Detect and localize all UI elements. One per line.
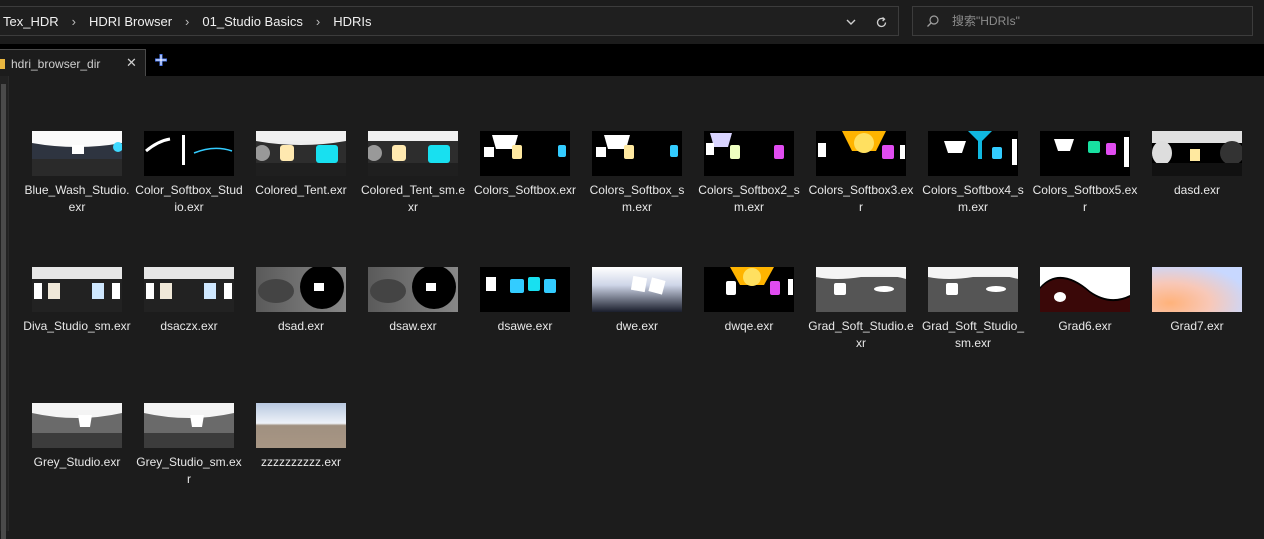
breadcrumb: Tex_HDR › HDRI Browser › 01_Studio Basic… — [1, 7, 373, 35]
file-name: dwe.exr — [615, 319, 659, 333]
file-item[interactable]: Color_Softbox_Studio.exr — [133, 131, 245, 216]
file-name: Grad7.exr — [1170, 319, 1224, 333]
tab-label: hdri_browser_dir — [11, 57, 101, 71]
file-name: Blue_Wash_Studio.exr — [24, 183, 130, 214]
file-item[interactable]: Grad_Soft_Studio.exr — [805, 267, 917, 352]
file-item[interactable]: dsaczx.exr — [133, 267, 245, 335]
file-name: Colored_Tent.exr — [255, 183, 347, 197]
search-input[interactable] — [952, 14, 1232, 28]
file-name: dsaw.exr — [389, 319, 437, 333]
file-thumbnail — [144, 267, 234, 312]
file-name: Colored_Tent_sm.exr — [360, 183, 466, 214]
file-thumbnail — [704, 267, 794, 312]
chevron-right-icon[interactable]: › — [316, 14, 320, 29]
breadcrumb-item-hdris[interactable]: HDRIs — [331, 14, 373, 29]
file-thumbnail — [480, 131, 570, 176]
file-item[interactable]: Grad6.exr — [1029, 267, 1141, 335]
file-item[interactable]: dsad.exr — [245, 267, 357, 335]
tab-hdri-browser-dir[interactable]: hdri_browser_dir ✕ — [0, 49, 146, 76]
file-item[interactable]: Colors_Softbox3.exr — [805, 131, 917, 216]
file-item[interactable]: Blue_Wash_Studio.exr — [21, 131, 133, 216]
file-name: dsaczx.exr — [160, 319, 218, 333]
file-item[interactable]: Diva_Studio_sm.exr — [21, 267, 133, 335]
file-thumbnail — [816, 267, 906, 312]
breadcrumb-item-tex-hdr[interactable]: Tex_HDR — [1, 14, 61, 29]
file-thumbnail — [480, 267, 570, 312]
file-item[interactable]: Grad7.exr — [1141, 267, 1253, 335]
file-thumbnail — [32, 267, 122, 312]
file-name: Colors_Softbox3.exr — [808, 183, 914, 214]
address-bar-row: Tex_HDR › HDRI Browser › 01_Studio Basic… — [0, 0, 1264, 44]
file-name: Colors_Softbox5.exr — [1032, 183, 1138, 214]
file-item[interactable]: Colors_Softbox2_sm.exr — [693, 131, 805, 216]
folder-icon — [0, 59, 5, 69]
refresh-icon[interactable] — [870, 11, 892, 33]
scrollbar-thumb[interactable] — [1, 84, 6, 539]
file-name: Colors_Softbox.exr — [473, 183, 577, 197]
file-name: Colors_Softbox2_sm.exr — [698, 183, 800, 214]
file-thumbnail — [928, 267, 1018, 312]
file-name: Color_Softbox_Studio.exr — [135, 183, 243, 214]
file-thumbnail — [368, 267, 458, 312]
file-thumbnail — [1040, 267, 1130, 312]
path-box[interactable]: Tex_HDR › HDRI Browser › 01_Studio Basic… — [0, 6, 899, 36]
file-thumbnail — [32, 131, 122, 176]
file-name: dwqe.exr — [724, 319, 774, 333]
file-item[interactable]: dasd.exr — [1141, 131, 1253, 199]
file-item[interactable]: Grey_Studio.exr — [21, 403, 133, 471]
file-thumbnail — [256, 267, 346, 312]
file-name: Colors_Softbox4_sm.exr — [922, 183, 1024, 214]
search-icon — [926, 14, 940, 28]
file-thumbnail — [1152, 131, 1242, 176]
file-name: Grad_Soft_Studio.exr — [808, 319, 914, 350]
file-item[interactable]: Grey_Studio_sm.exr — [133, 403, 245, 488]
file-name: Grey_Studio.exr — [33, 455, 121, 469]
file-thumbnail — [1152, 267, 1242, 312]
file-name: Diva_Studio_sm.exr — [23, 319, 131, 333]
file-name: Grad6.exr — [1058, 319, 1112, 333]
file-item[interactable]: dsaw.exr — [357, 267, 469, 335]
file-item[interactable]: Colors_Softbox_sm.exr — [581, 131, 693, 216]
breadcrumb-item-hdri-browser[interactable]: HDRI Browser — [87, 14, 174, 29]
search-box[interactable] — [912, 6, 1253, 36]
file-item[interactable]: Colors_Softbox.exr — [469, 131, 581, 199]
file-thumbnail — [592, 131, 682, 176]
file-name: Colors_Softbox_sm.exr — [589, 183, 685, 214]
file-name: Grey_Studio_sm.exr — [136, 455, 242, 486]
breadcrumb-item-studio-basics[interactable]: 01_Studio Basics — [200, 14, 304, 29]
file-item[interactable]: dsawe.exr — [469, 267, 581, 335]
file-name: dasd.exr — [1173, 183, 1221, 197]
file-item[interactable]: dwqe.exr — [693, 267, 805, 335]
chevron-right-icon[interactable]: › — [185, 14, 189, 29]
chevron-right-icon[interactable]: › — [72, 14, 76, 29]
file-thumbnail — [256, 131, 346, 176]
file-item[interactable]: Grad_Soft_Studio_sm.exr — [917, 267, 1029, 352]
file-thumbnail — [144, 403, 234, 448]
file-name: dsawe.exr — [497, 319, 553, 333]
file-thumbnail — [32, 403, 122, 448]
plus-icon[interactable] — [153, 52, 169, 68]
scrollbar[interactable] — [0, 76, 9, 539]
tab-bar: hdri_browser_dir ✕ — [0, 44, 1264, 76]
file-item[interactable]: Colors_Softbox4_sm.exr — [917, 131, 1029, 216]
file-item[interactable]: Colored_Tent_sm.exr — [357, 131, 469, 216]
close-icon[interactable]: ✕ — [126, 55, 137, 71]
file-thumbnail — [144, 131, 234, 176]
file-item[interactable]: zzzzzzzzzz.exr — [245, 403, 357, 471]
file-thumbnail — [1040, 131, 1130, 176]
file-item[interactable]: dwe.exr — [581, 267, 693, 335]
file-thumbnail — [368, 131, 458, 176]
file-name: zzzzzzzzzz.exr — [260, 455, 341, 469]
file-thumbnail — [592, 267, 682, 312]
file-thumbnail — [256, 403, 346, 448]
file-item[interactable]: Colors_Softbox5.exr — [1029, 131, 1141, 216]
file-thumbnail — [704, 131, 794, 176]
chevron-down-icon[interactable] — [840, 11, 862, 33]
file-thumbnail — [816, 131, 906, 176]
file-name: Grad_Soft_Studio_sm.exr — [921, 319, 1025, 350]
file-item[interactable]: Colored_Tent.exr — [245, 131, 357, 199]
file-name: dsad.exr — [277, 319, 325, 333]
file-thumbnail — [928, 131, 1018, 176]
